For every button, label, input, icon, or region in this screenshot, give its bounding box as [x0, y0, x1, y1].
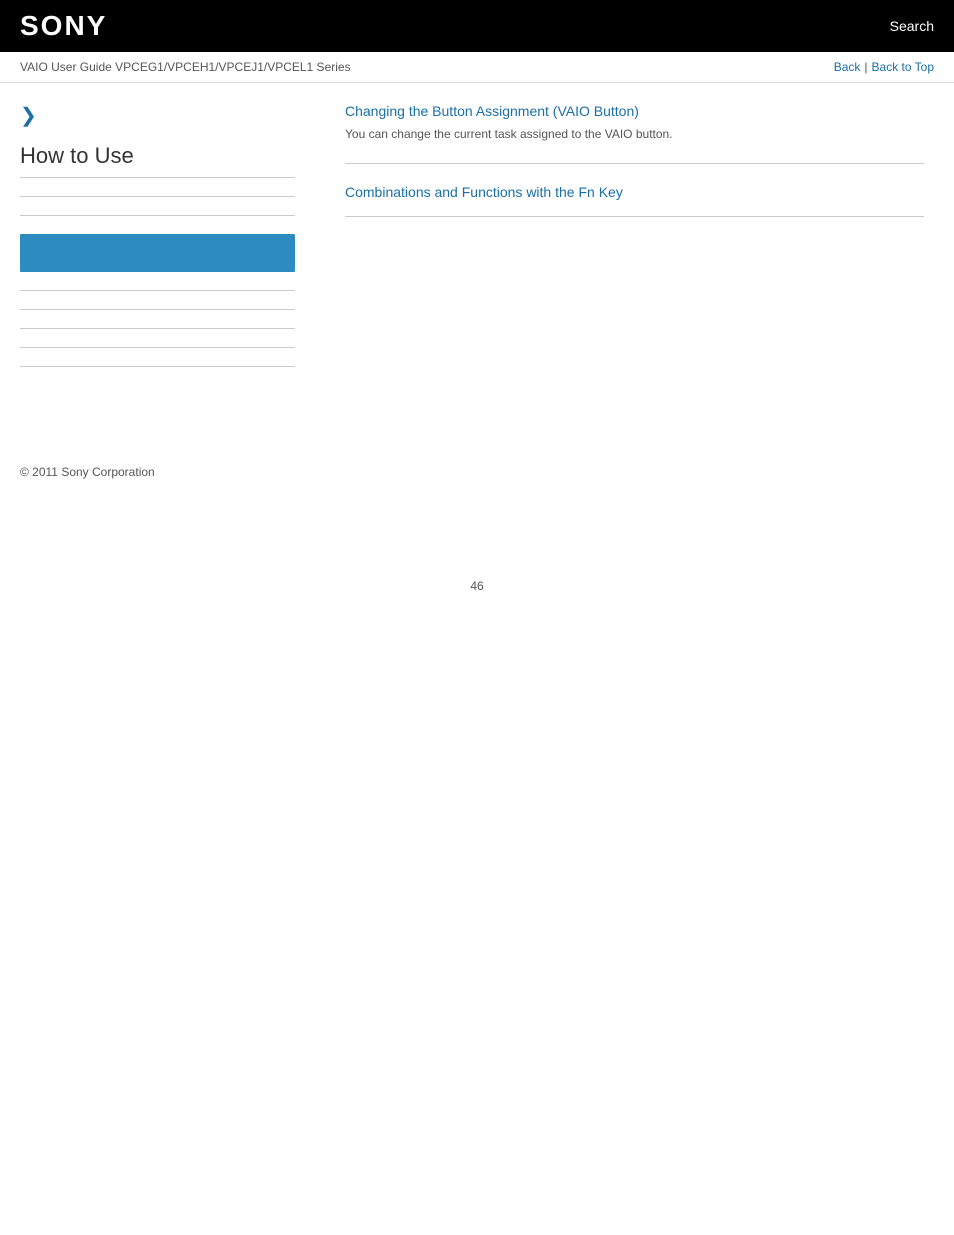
main-container: ❯ How to Use Changing the Button Assignm…: [0, 83, 954, 405]
link-fn-key[interactable]: Combinations and Functions with the Fn K…: [345, 184, 924, 200]
nav-links: Back | Back to Top: [834, 60, 934, 74]
content-area: Changing the Button Assignment (VAIO But…: [315, 83, 954, 405]
content-divider-2: [345, 216, 924, 217]
sidebar-divider-6: [20, 347, 295, 348]
sony-logo: SONY: [20, 10, 107, 42]
sidebar-divider-4: [20, 309, 295, 310]
sidebar-divider-2: [20, 215, 295, 216]
guide-title: VAIO User Guide VPCEG1/VPCEH1/VPCEJ1/VPC…: [20, 60, 351, 74]
sidebar: ❯ How to Use: [0, 83, 315, 405]
page-number: 46: [0, 579, 954, 613]
copyright: © 2011 Sony Corporation: [20, 465, 155, 479]
content-item-1: Changing the Button Assignment (VAIO But…: [345, 103, 924, 143]
content-divider-1: [345, 163, 924, 164]
link-vaio-button[interactable]: Changing the Button Assignment (VAIO But…: [345, 103, 924, 119]
back-to-top-link[interactable]: Back to Top: [872, 60, 934, 74]
breadcrumb-bar: VAIO User Guide VPCEG1/VPCEH1/VPCEJ1/VPC…: [0, 52, 954, 83]
link-vaio-button-description: You can change the current task assigned…: [345, 125, 924, 143]
header: SONY Search: [0, 0, 954, 52]
sidebar-highlight[interactable]: [20, 234, 295, 272]
sidebar-divider-3: [20, 290, 295, 291]
sidebar-section-title: How to Use: [20, 143, 295, 178]
footer: © 2011 Sony Corporation: [0, 445, 954, 499]
sidebar-divider-5: [20, 328, 295, 329]
sidebar-divider-1: [20, 196, 295, 197]
separator: |: [864, 60, 867, 74]
sidebar-divider-7: [20, 366, 295, 367]
back-link[interactable]: Back: [834, 60, 861, 74]
search-button[interactable]: Search: [890, 18, 934, 34]
sidebar-arrow[interactable]: ❯: [20, 103, 295, 128]
content-item-2: Combinations and Functions with the Fn K…: [345, 184, 924, 200]
